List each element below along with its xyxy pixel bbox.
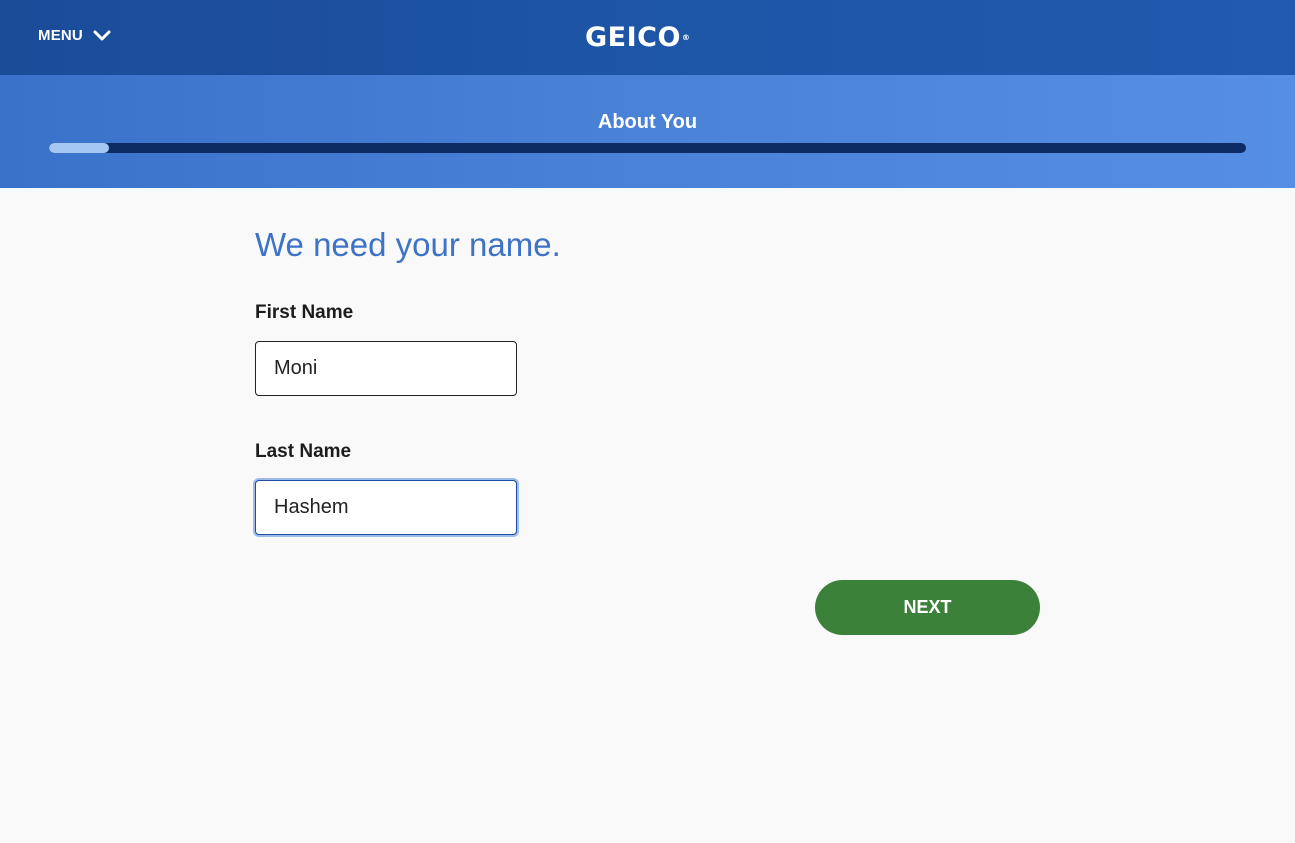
geico-logo[interactable]: GEICO® — [585, 24, 690, 52]
section-title: About You — [597, 111, 698, 133]
progress-section: About You — [0, 75, 1295, 188]
progress-bar — [49, 143, 1246, 153]
chevron-down-icon — [93, 30, 111, 40]
page-heading: We need your name. — [255, 226, 561, 263]
progress-bar-fill — [49, 143, 109, 153]
last-name-label: Last Name — [255, 441, 352, 462]
menu-label: MENU — [38, 27, 83, 44]
first-name-label: First Name — [255, 302, 354, 323]
registered-mark: ® — [681, 33, 691, 42]
logo-text: GEICO — [585, 22, 681, 53]
first-name-input[interactable] — [255, 341, 517, 396]
top-navigation-bar: MENU GEICO® — [0, 0, 1295, 75]
last-name-input[interactable] — [255, 480, 517, 535]
name-form: We need your name. First Name Last Name … — [255, 188, 1055, 788]
next-button[interactable]: NEXT — [815, 580, 1040, 635]
menu-button[interactable]: MENU — [38, 27, 111, 44]
